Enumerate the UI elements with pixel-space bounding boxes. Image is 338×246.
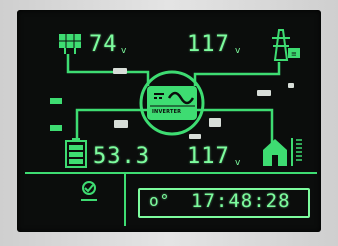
inverter-label: INVERTER (152, 109, 182, 115)
clock-readout: 17:48:28 (191, 190, 291, 212)
solar-panel-icon (59, 34, 81, 54)
grid-tower-icon: ≡ (272, 29, 300, 61)
status-indicator (209, 118, 221, 127)
output-voltage-unit: v (235, 158, 241, 168)
pv-voltage-readout: 74 (89, 32, 118, 57)
battery-icon (65, 138, 87, 168)
settings-icon: o° (149, 191, 171, 210)
output-voltage-readout: 117 (187, 144, 230, 169)
battery-voltage-readout: 53.3 (93, 144, 150, 169)
check-icon (81, 181, 97, 201)
grid-voltage-unit: v (235, 46, 241, 56)
inverter-icon (139, 70, 205, 136)
status-indicator (189, 134, 201, 139)
pv-voltage-unit: v (121, 46, 127, 56)
status-indicator (113, 68, 127, 74)
grid-voltage-readout: 117 (187, 32, 230, 57)
svg-text:≡: ≡ (291, 50, 297, 58)
lcd-display: ≡ INVERTER 74 v 117 v 53.3 117 v o° 17:4… (17, 10, 321, 232)
status-indicator (114, 120, 128, 128)
house-load-icon (263, 138, 302, 166)
status-indicator (288, 83, 294, 88)
status-indicator (257, 90, 271, 96)
